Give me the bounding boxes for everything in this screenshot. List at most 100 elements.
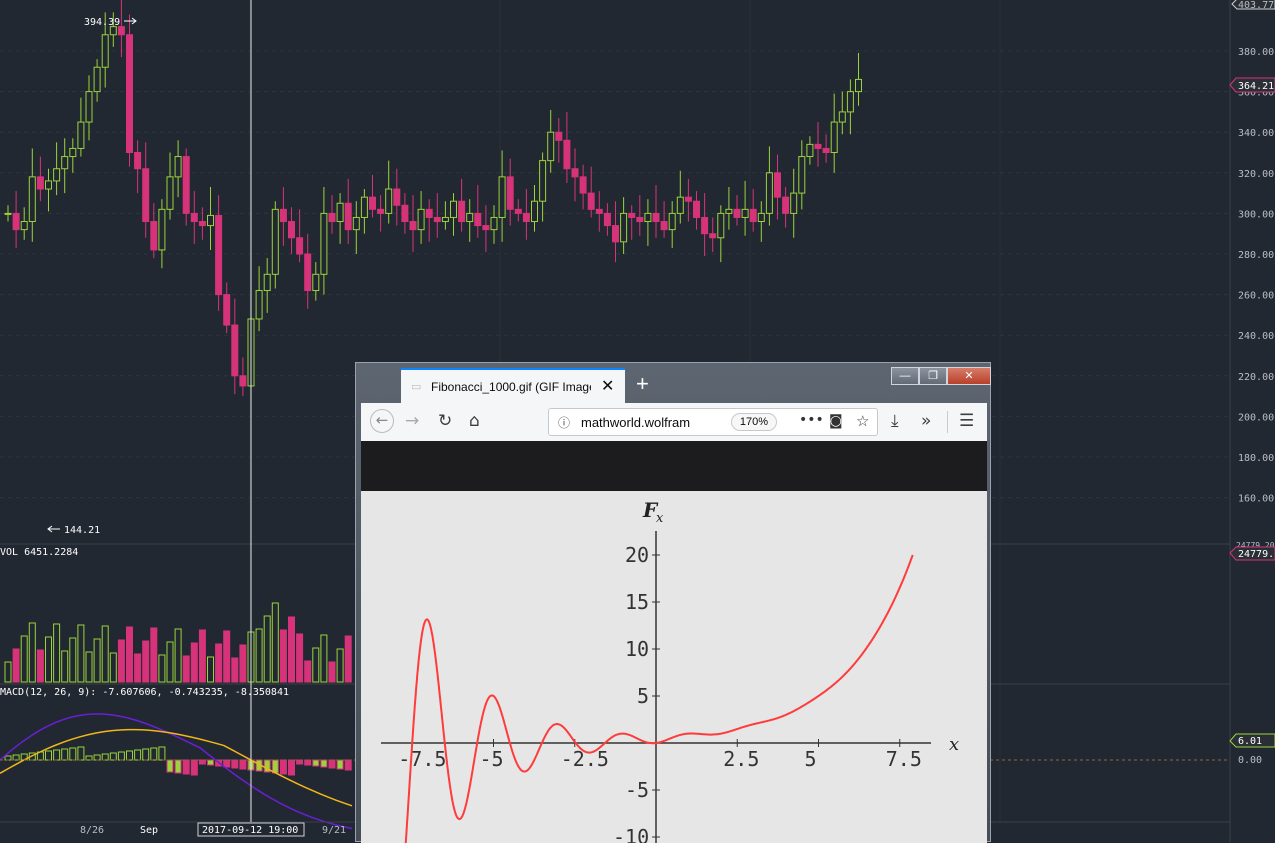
macd-bar xyxy=(336,759,344,770)
macd-bar xyxy=(85,755,93,761)
plot-image: -7.5 -5 -2.5 2.5 5 7.5 20 15 10 5 -5 -10 F x x xyxy=(361,491,987,843)
volume-bar xyxy=(77,624,85,683)
volume-bar xyxy=(166,641,174,683)
volume-bar xyxy=(296,633,304,683)
candle xyxy=(93,59,101,102)
candle xyxy=(207,187,214,250)
x-axis-title: x xyxy=(949,734,959,755)
candle xyxy=(53,142,61,196)
candle xyxy=(142,142,150,238)
candle xyxy=(612,201,619,263)
candle xyxy=(215,195,223,311)
macd-bar xyxy=(45,750,52,761)
candle xyxy=(417,191,425,244)
url-bar[interactable]: ⓘ mathworld.wolfram 170% ••• ◙ ☆ xyxy=(548,408,878,436)
macd-bar xyxy=(12,754,20,761)
zoom-badge[interactable]: 170% xyxy=(731,413,777,431)
star-icon[interactable]: ☆ xyxy=(856,412,869,430)
candle xyxy=(450,193,457,236)
candle xyxy=(61,138,69,194)
volume-bar xyxy=(304,660,312,683)
candle xyxy=(150,203,158,259)
candle xyxy=(466,199,474,242)
candle xyxy=(69,138,77,173)
candle xyxy=(765,146,773,226)
back-icon[interactable]: ← xyxy=(370,409,394,433)
candle xyxy=(620,197,628,254)
candle xyxy=(474,184,482,238)
y-tick-label: -5 xyxy=(625,778,649,802)
macd-bar xyxy=(53,749,61,761)
candle xyxy=(288,207,295,254)
y-tick-label: 5 xyxy=(637,684,649,708)
volume-bar xyxy=(288,616,295,683)
candle xyxy=(126,14,133,167)
candle xyxy=(555,117,563,163)
candle xyxy=(28,148,36,242)
candle xyxy=(531,184,538,232)
tab-bar: ▭ Fibonacci_1000.gif (GIF Image, ✕ + — ❐… xyxy=(361,367,991,403)
price-tick-label: 260.00 xyxy=(1238,291,1274,302)
candle xyxy=(385,160,393,224)
volume-bar xyxy=(4,661,12,683)
macd-bar xyxy=(69,747,77,761)
y-tick-label: 15 xyxy=(625,590,649,614)
volume-bar xyxy=(328,661,336,683)
candle xyxy=(539,152,547,222)
candle xyxy=(806,136,814,165)
macd-bar xyxy=(109,752,117,761)
y-axis-subscript: x xyxy=(656,511,664,526)
candle xyxy=(409,195,417,252)
volume-bar xyxy=(142,640,150,683)
x-tick-label: -5 xyxy=(480,747,504,771)
price-tick-label: 220.00 xyxy=(1238,372,1274,383)
candle xyxy=(522,189,530,240)
volume-bar xyxy=(279,629,287,683)
tab-close-icon[interactable]: ✕ xyxy=(601,376,614,396)
macd-zero-label: 0.00 xyxy=(1238,755,1262,766)
price-tick-label: 160.00 xyxy=(1238,494,1274,505)
volume-bar xyxy=(53,623,61,683)
tab-active[interactable]: ▭ Fibonacci_1000.gif (GIF Image, ✕ xyxy=(401,368,625,403)
candle xyxy=(20,207,28,240)
reload-icon[interactable]: ↻ xyxy=(438,411,452,431)
tab-title: Fibonacci_1000.gif (GIF Image, xyxy=(431,380,591,394)
volume-bar xyxy=(93,638,101,683)
y-tick-label: -10 xyxy=(613,825,649,843)
minimize-button[interactable]: — xyxy=(891,367,919,385)
download-icon[interactable]: ⤓ xyxy=(891,411,899,431)
menu-icon[interactable]: ☰ xyxy=(959,411,974,431)
candle xyxy=(684,178,692,222)
close-window-button[interactable]: ✕ xyxy=(947,367,991,385)
pocket-icon[interactable]: ◙ xyxy=(829,413,843,429)
restore-button[interactable]: ❐ xyxy=(919,367,947,385)
macd-bar xyxy=(117,751,125,761)
forward-icon[interactable]: → xyxy=(405,411,419,431)
candle xyxy=(782,187,790,228)
price-axis: 380.00360.00340.00320.00300.00280.00260.… xyxy=(1238,47,1274,505)
macd-bar xyxy=(198,759,206,765)
macd-bar xyxy=(4,755,12,761)
volume-bar xyxy=(28,622,36,683)
candle xyxy=(506,158,514,226)
volume-bar xyxy=(174,628,182,683)
candle xyxy=(741,180,749,236)
volume-bar xyxy=(85,651,93,683)
volume-bar xyxy=(215,643,223,683)
candle xyxy=(595,191,603,232)
candle xyxy=(514,199,522,222)
candle xyxy=(579,164,587,210)
browser-window[interactable]: ▭ Fibonacci_1000.gif (GIF Image, ✕ + — ❐… xyxy=(355,362,991,843)
price-tick-label: 200.00 xyxy=(1238,412,1274,423)
info-icon[interactable]: ⓘ xyxy=(558,414,570,431)
home-icon[interactable]: ⌂ xyxy=(469,411,480,431)
image-icon: ▭ xyxy=(411,380,422,393)
new-tab-button[interactable]: + xyxy=(636,371,649,397)
macd-bar xyxy=(166,759,174,773)
volume-bar xyxy=(182,655,190,683)
candle xyxy=(393,168,401,226)
overflow-icon[interactable]: » xyxy=(921,411,931,431)
more-icon[interactable]: ••• xyxy=(799,412,824,428)
candle xyxy=(320,187,328,295)
candle xyxy=(77,97,85,157)
